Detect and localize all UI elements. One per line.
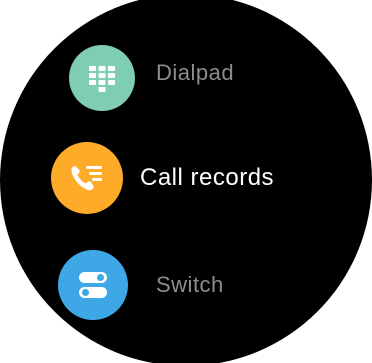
menu-item-dialpad[interactable]: Dialpad: [0, 0, 372, 134]
menu-item-switch[interactable]: Switch: [0, 244, 372, 354]
dialpad-icon: [69, 45, 135, 111]
menu-item-label-dialpad: Dialpad: [156, 60, 235, 85]
menu-item-label-call-records: Call records: [140, 164, 275, 191]
switch-icon: [58, 250, 128, 320]
menu-item-call-records[interactable]: Call records: [0, 134, 372, 244]
menu-item-label-switch: Switch: [156, 272, 224, 297]
screen: Dialpad Call records Switch: [0, 0, 372, 363]
watch-face: Dialpad Call records Switch: [0, 0, 372, 363]
call-records-icon: [51, 142, 123, 214]
